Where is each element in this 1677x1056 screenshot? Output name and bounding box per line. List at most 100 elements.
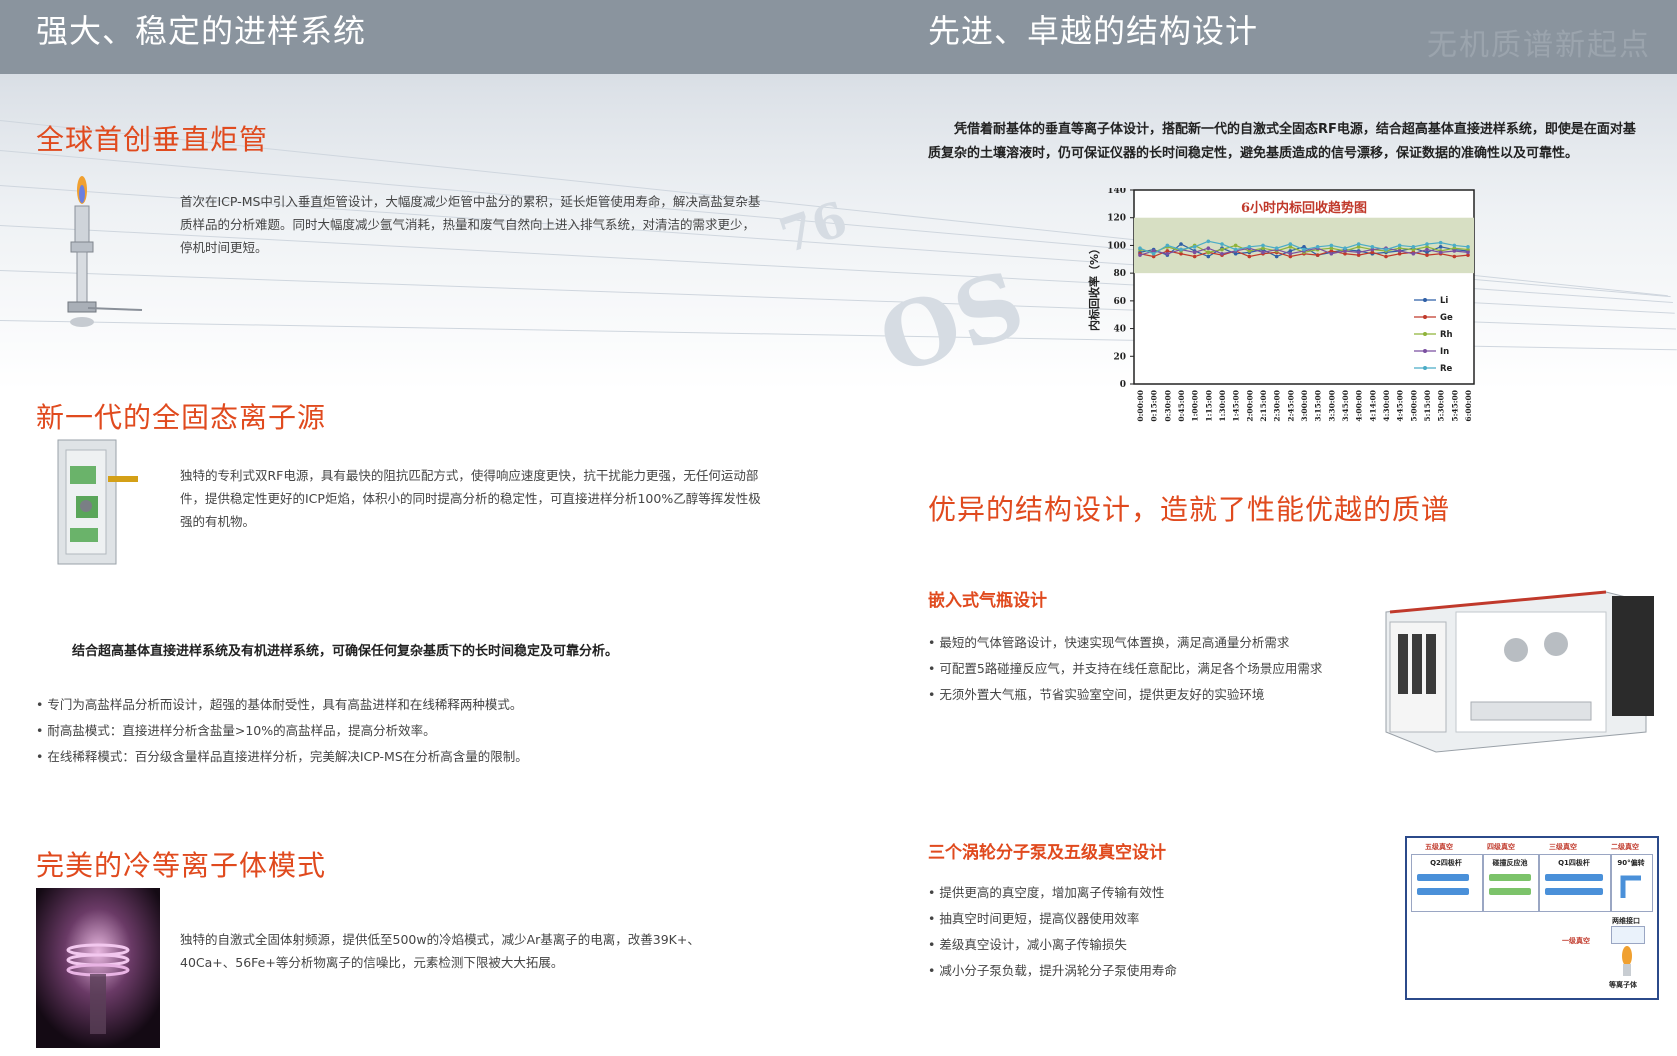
stage-label: 一级真空 xyxy=(1562,937,1590,945)
data-point xyxy=(1220,251,1224,256)
data-point xyxy=(1329,251,1334,256)
plasma-label: 等离子体 xyxy=(1609,981,1637,989)
vertical-torch-image xyxy=(67,176,143,327)
x-tick-label: 2:00:00 xyxy=(1245,390,1254,422)
vacuum-bullet-list: 提供更高的真空度，增加离子传输有效性 抽真空时间更短，提高仪器使用效率 差级真空… xyxy=(928,880,1177,984)
y-axis-label: 内标回收率（%） xyxy=(1087,243,1101,331)
x-tick-label: 0:00:00 xyxy=(1136,390,1145,422)
instrument-image xyxy=(1385,590,1654,753)
x-tick-label: 1:00:00 xyxy=(1191,390,1200,422)
y-tick-label: 40 xyxy=(1113,325,1126,335)
data-point xyxy=(1192,245,1197,249)
gas-cylinder-title: 嵌入式气瓶设计 xyxy=(928,591,1047,611)
data-point xyxy=(1274,254,1279,259)
y-tick-label: 60 xyxy=(1113,297,1126,307)
stage-label: 五级真空 xyxy=(1425,843,1453,851)
plasma-flame-icon xyxy=(1622,946,1632,976)
x-tick-label: 0:45:00 xyxy=(1177,390,1186,422)
data-point xyxy=(1397,249,1402,253)
data-point xyxy=(1466,245,1470,249)
x-tick-label: 5:30:00 xyxy=(1437,390,1446,422)
data-point xyxy=(1438,250,1443,255)
x-tick-label: 5:45:00 xyxy=(1450,390,1459,422)
part-label: Q1四极杆 xyxy=(1558,859,1590,867)
data-point xyxy=(1356,242,1361,246)
part-label: 碰撞反应池 xyxy=(1492,859,1528,867)
data-point xyxy=(1411,251,1416,256)
data-point xyxy=(1165,251,1170,256)
data-point xyxy=(1206,239,1211,244)
data-point xyxy=(1261,243,1265,248)
data-point xyxy=(1179,242,1183,246)
x-tick-label: 2:45:00 xyxy=(1286,390,1295,422)
data-point xyxy=(1315,253,1320,257)
cold-plasma-description: 独特的自激式全固体射频源，提供低至500w的冷焰模式，减少Ar基离子的电离，改善… xyxy=(180,932,700,970)
cold-plasma-image xyxy=(36,888,160,1048)
data-point xyxy=(1138,246,1142,250)
right-page-title: 先进、卓越的结构设计 xyxy=(928,12,1259,50)
quadrupole-rod xyxy=(1545,874,1603,881)
data-point xyxy=(1438,245,1443,249)
x-tick-label: 1:30:00 xyxy=(1218,390,1227,422)
interface-label: 两维接口 xyxy=(1612,917,1640,925)
collision-cell-rod xyxy=(1489,874,1531,881)
data-point xyxy=(1206,246,1211,250)
y-tick-label: 20 xyxy=(1113,352,1126,362)
quadrupole-rod xyxy=(1545,888,1603,895)
legend-label: Rh xyxy=(1440,330,1453,340)
data-point xyxy=(1274,246,1279,250)
stage-label: 四级真空 xyxy=(1487,843,1515,851)
x-tick-label: 2:15:00 xyxy=(1259,390,1268,422)
legend-label: In xyxy=(1440,347,1449,357)
data-point xyxy=(1288,251,1293,256)
rf-description: 独特的专利式双RF电源，具有最快的阻抗匹配方式，使得响应速度更快，抗干扰能力更强… xyxy=(180,468,761,529)
x-tick-label: 0:30:00 xyxy=(1163,390,1172,422)
torch-description: 首次在ICP-MS中引入垂直炬管设计，大幅度减少炬管中盐分的累积，延长炬管使用寿… xyxy=(180,194,761,255)
list-item: 抽真空时间更短，提高仪器使用效率 xyxy=(928,906,1177,932)
x-tick-label: 3:30:00 xyxy=(1327,390,1336,422)
x-tick-label: 3:15:00 xyxy=(1314,390,1323,422)
chart-title: 6小时内标回收趋势图 xyxy=(1241,200,1367,216)
quadrupole-rod xyxy=(1417,888,1469,895)
x-tick-label: 1:45:00 xyxy=(1232,390,1241,422)
y-tick-label: 100 xyxy=(1107,241,1126,251)
data-point xyxy=(1165,243,1170,248)
y-tick-label: 140 xyxy=(1107,188,1126,196)
data-point xyxy=(1192,254,1197,259)
x-tick-label: 3:00:00 xyxy=(1300,390,1309,422)
stage-label: 三级真空 xyxy=(1549,843,1577,851)
legend-marker xyxy=(1423,298,1427,302)
data-point xyxy=(1438,240,1443,245)
data-point xyxy=(1466,250,1470,255)
x-tick-label: 5:00:00 xyxy=(1409,390,1418,422)
x-tick-label: 4:45:00 xyxy=(1396,390,1405,422)
stage-label: 二级真空 xyxy=(1611,843,1639,851)
vacuum-stage-diagram: 五级真空 四级真空 三级真空 二级真空 Q2四极杆 碰撞反应池 Q1四极杆 90… xyxy=(1405,836,1659,1000)
data-point xyxy=(1247,254,1252,259)
data-point xyxy=(1315,245,1320,249)
list-item: 无须外置大气瓶，节省实验室空间，提供更友好的实验环境 xyxy=(928,682,1322,708)
data-point xyxy=(1425,242,1429,246)
watermark-text: 无机质谱新起点 xyxy=(1427,28,1651,63)
y-tick-label: 0 xyxy=(1120,380,1126,390)
list-item: 提供更高的真空度，增加离子传输有效性 xyxy=(928,880,1177,906)
deflector-icon xyxy=(1620,875,1641,898)
list-item: 专门为高盐样品分析而设计，超强的基体耐受性，具有高盐进样和在线稀释两种模式。 xyxy=(36,692,528,718)
data-point xyxy=(1138,253,1142,257)
cold-plasma-section-title: 完美的冷等离子体模式 xyxy=(36,849,327,882)
data-point xyxy=(1329,243,1334,248)
recovery-trend-chart: 6小时内标回收趋势图 0 20 40 60 80 100 120 140 内标回收率（%） 0:00… xyxy=(1087,188,1475,422)
x-tick-label: 0:15:00 xyxy=(1150,390,1159,422)
left-page-title: 强大、稳定的进样系统 xyxy=(36,12,367,50)
data-point xyxy=(1411,245,1416,249)
data-point xyxy=(1179,247,1183,252)
legend-marker xyxy=(1423,366,1427,370)
performance-section-title: 优异的结构设计，造就了性能优越的质谱 xyxy=(928,493,1451,526)
data-point xyxy=(1220,247,1224,252)
data-point xyxy=(1220,242,1224,246)
vacuum-design-title: 三个涡轮分子泵及五级真空设计 xyxy=(928,843,1166,863)
legend-label: Re xyxy=(1440,364,1453,374)
data-point xyxy=(1233,247,1238,252)
x-tick-label: 3:45:00 xyxy=(1341,390,1350,422)
data-point xyxy=(1343,246,1347,250)
